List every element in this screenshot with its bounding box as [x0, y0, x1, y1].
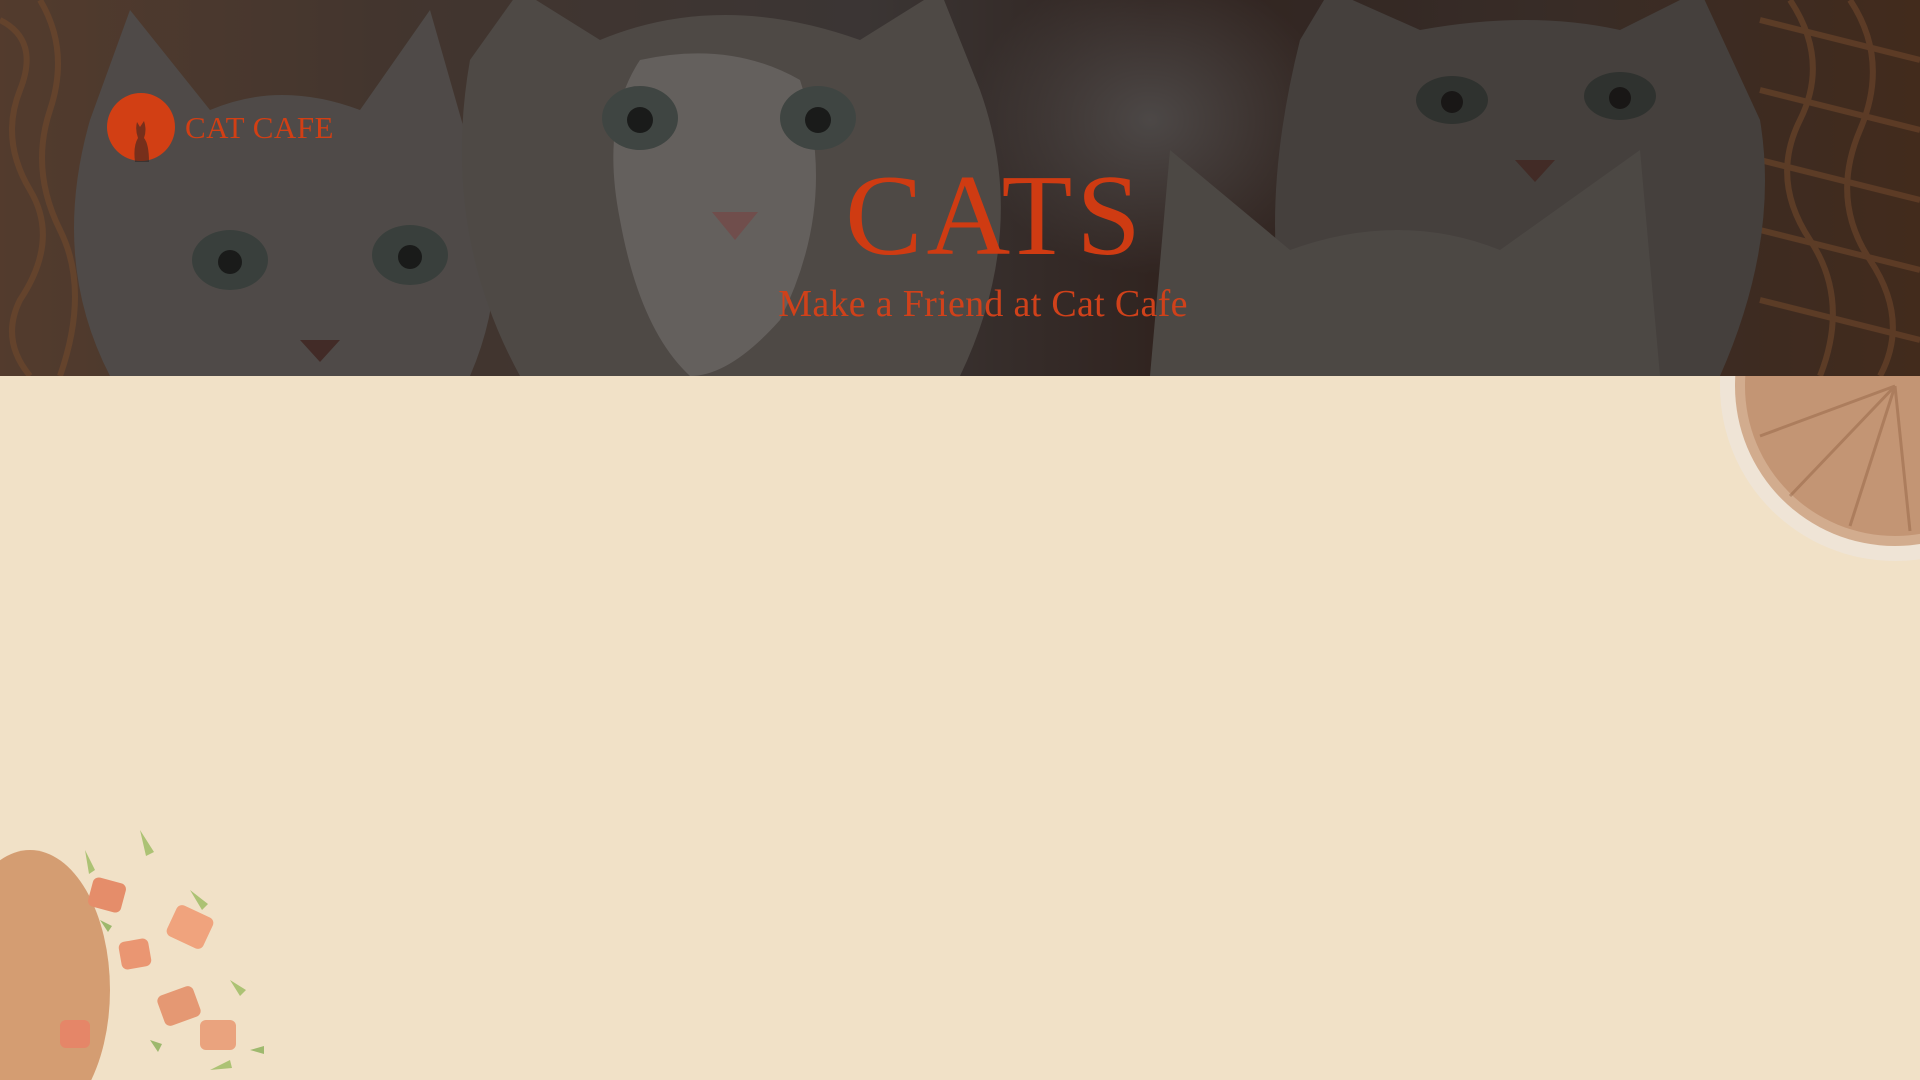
- hero-banner: CAT CAFE CATS Make a Friend at Cat Cafe: [0, 0, 1920, 376]
- cat-silhouette-icon: [107, 93, 175, 162]
- brand-name: CAT CAFE: [185, 109, 334, 145]
- hero-subtitle: Make a Friend at Cat Cafe: [778, 283, 1188, 325]
- tomato-salad-image: [0, 790, 290, 1080]
- hero-title-block: CATS Make a Friend at Cat Cafe: [0, 158, 1920, 326]
- brand-logo[interactable]: CAT CAFE: [105, 92, 334, 162]
- coffee-plate-image: [1680, 376, 1920, 561]
- hero-title: CATS: [845, 152, 1145, 280]
